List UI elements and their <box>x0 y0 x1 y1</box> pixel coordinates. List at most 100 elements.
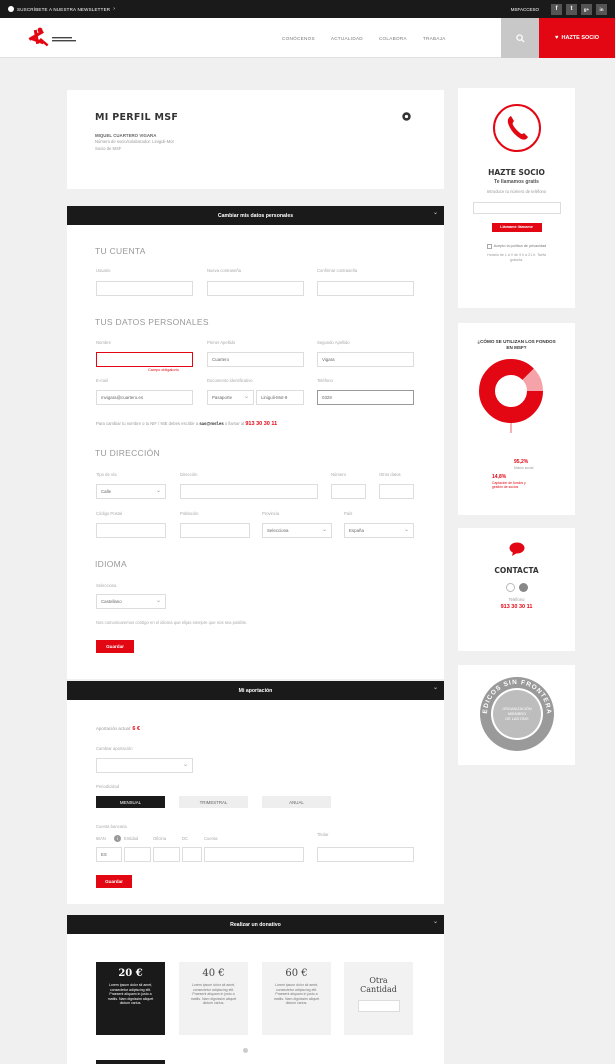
apellido1-input[interactable]: Cuartero <box>207 352 304 367</box>
cp-input[interactable] <box>96 523 166 538</box>
entidad-label: Entidad <box>124 836 139 841</box>
email-contact-icon[interactable] <box>505 583 515 592</box>
account-section-title: TU CUENTA <box>95 246 146 256</box>
privacy-checkbox[interactable] <box>486 243 492 249</box>
nombre-error: Campo obligatorio <box>148 368 179 372</box>
account-link[interactable]: MSFACCESO <box>511 7 539 12</box>
aportacion-header[interactable]: Mi aportación ⌄ <box>67 681 444 700</box>
otros-label: Otros datos <box>379 472 401 477</box>
poblacion-label: Población <box>180 511 199 516</box>
support-email-link[interactable]: sas@msf.es <box>199 421 223 426</box>
hazte-socio-button[interactable]: ♥ HAZTE SOCIO <box>539 18 615 58</box>
telefono-label: Teléfono <box>317 378 333 383</box>
bottom-bar-partial <box>96 1060 165 1064</box>
cp-label: Código Postal <box>96 511 123 516</box>
scroll-dot <box>243 1048 248 1053</box>
facebook-icon[interactable]: f <box>551 3 562 15</box>
numero-input[interactable] <box>331 484 366 499</box>
document-type-select[interactable]: Pasaporte <box>207 390 254 405</box>
profile-card: MI PERFIL MSF MIQUEL CUARTERO VIGARA Núm… <box>67 90 444 189</box>
via-select[interactable]: Calle <box>96 484 166 499</box>
document-number-input[interactable]: Liniguli-Mot-9 <box>256 390 304 405</box>
privacy-label[interactable]: Acepto la política de privacidad <box>494 244 547 248</box>
change-aportacion-select[interactable] <box>96 758 193 773</box>
provincia-select[interactable]: Selecciona <box>262 523 332 538</box>
confirm-password-label: Confirmar contraseña <box>317 268 358 273</box>
personal-data-header[interactable]: Cambiar mis datos personales ⌄ <box>67 206 444 225</box>
current-aportacion-value: 6 € <box>132 726 141 732</box>
dc-input[interactable] <box>182 847 202 862</box>
seal-widget: MEDICOS SIN FRONTERAS ORGANIZACIÓN MIEMB… <box>458 665 575 765</box>
donation-option-40[interactable]: 40 € Lorem ipsum dolor sit amet, consect… <box>179 962 248 1035</box>
new-password-input[interactable] <box>207 281 304 296</box>
socio-subtitle: Te llamamos gratis <box>494 179 539 185</box>
save-personal-button[interactable]: Guardar <box>96 640 134 653</box>
bank-label: Cuenta bancaria <box>96 824 127 829</box>
iban-label: IBAN <box>96 836 106 841</box>
language-select[interactable]: Castellano <box>96 594 166 609</box>
aportacion-panel <box>67 681 444 904</box>
freq-trimestral[interactable]: TRIMESTRAL <box>179 796 248 808</box>
chevron-down-icon: ⌄ <box>432 685 438 691</box>
language-section-title: IDIOMA <box>95 559 128 569</box>
direccion-input[interactable] <box>180 484 318 499</box>
otros-input[interactable] <box>379 484 414 499</box>
donation-amount: 60 € <box>285 968 308 979</box>
freq-mensual[interactable]: MENSUAL <box>96 796 165 808</box>
telefono-input[interactable]: 0328 <box>317 390 414 405</box>
donativo-title: Realizar un donativo <box>230 921 281 928</box>
apellido2-input[interactable]: Vigara <box>317 352 414 367</box>
linkedin-icon[interactable]: in <box>596 3 607 15</box>
cuenta-input[interactable] <box>204 847 304 862</box>
donation-option-60[interactable]: 60 € Lorem ipsum dolor sit amet, consect… <box>262 962 331 1035</box>
donation-option-other[interactable]: Otra Cantidad <box>344 962 413 1035</box>
entidad-input[interactable] <box>124 847 151 862</box>
fund-pct-2-label: Captación de fondos y gestión de socios <box>492 481 526 490</box>
twitter-icon[interactable]: t <box>566 3 577 15</box>
phone-icon <box>492 104 541 152</box>
main-nav: CONÓCENOS ACTUALIDAD COLABORA TRABAJA <box>282 18 446 58</box>
contacta-widget: CONTACTA Teléfono 913 30 30 11 <box>458 528 575 651</box>
search-icon <box>515 33 525 43</box>
heart-icon: ♥ <box>554 35 559 41</box>
fondos-title: ¿CÓMO SE UTILIZAN LOS FONDOS EN MSF? <box>477 339 556 350</box>
other-amount-label: Otra Cantidad <box>360 976 397 994</box>
gear-icon[interactable] <box>401 111 412 122</box>
nav-conocenos[interactable]: CONÓCENOS <box>282 36 315 41</box>
address-section-title: TU DIRECCIÓN <box>95 448 160 458</box>
newsletter-link[interactable]: SUSCRÍBETE A NUESTRA NEWSLETTER <box>17 7 110 12</box>
nav-actualidad[interactable]: ACTUALIDAD <box>331 36 363 41</box>
chat-bubble-icon <box>509 542 524 556</box>
donation-option-20[interactable]: 20 € Lorem ipsum dolor sit amet, consect… <box>96 962 165 1035</box>
email-input[interactable]: mvigara@cuartero.es <box>96 390 193 405</box>
oficina-input[interactable] <box>153 847 180 862</box>
titular-input[interactable] <box>317 847 414 862</box>
confirm-password-input[interactable] <box>317 281 414 296</box>
funds-donut-chart <box>479 359 543 433</box>
privacy-row: Acepto la política de privacidad <box>458 243 575 249</box>
chevron-right-icon: › <box>113 6 115 12</box>
iban-input[interactable]: ES <box>96 847 122 862</box>
poblacion-input[interactable] <box>180 523 250 538</box>
phone-contact-icon[interactable] <box>518 583 528 592</box>
freq-anual[interactable]: ANUAL <box>262 796 331 808</box>
other-amount-input[interactable] <box>357 1000 400 1012</box>
current-aportacion: Aportación actual: 6 € <box>96 726 140 732</box>
nav-colabora[interactable]: COLABORA <box>379 36 407 41</box>
nav-trabaja[interactable]: TRABAJA <box>423 36 446 41</box>
info-icon[interactable]: i <box>114 835 121 842</box>
fund-pct-2: 14,8% <box>492 474 507 480</box>
socio-phone-input[interactable] <box>472 201 561 214</box>
pais-select[interactable]: España <box>344 523 414 538</box>
contact-icons <box>458 583 575 592</box>
change-aportacion-label: Cambiar aportación <box>96 746 133 751</box>
username-input[interactable] <box>96 281 193 296</box>
search-button[interactable] <box>501 18 539 58</box>
socio-call-button[interactable]: Llámame llámame <box>491 222 542 232</box>
google-plus-icon[interactable]: g+ <box>581 3 592 15</box>
donativo-header[interactable]: Realizar un donativo ⌄ <box>67 915 444 934</box>
save-aportacion-button[interactable]: Guardar <box>96 875 132 888</box>
nombre-input[interactable] <box>96 352 193 367</box>
donation-amount: 40 € <box>202 968 225 979</box>
msf-logo[interactable] <box>26 24 86 52</box>
